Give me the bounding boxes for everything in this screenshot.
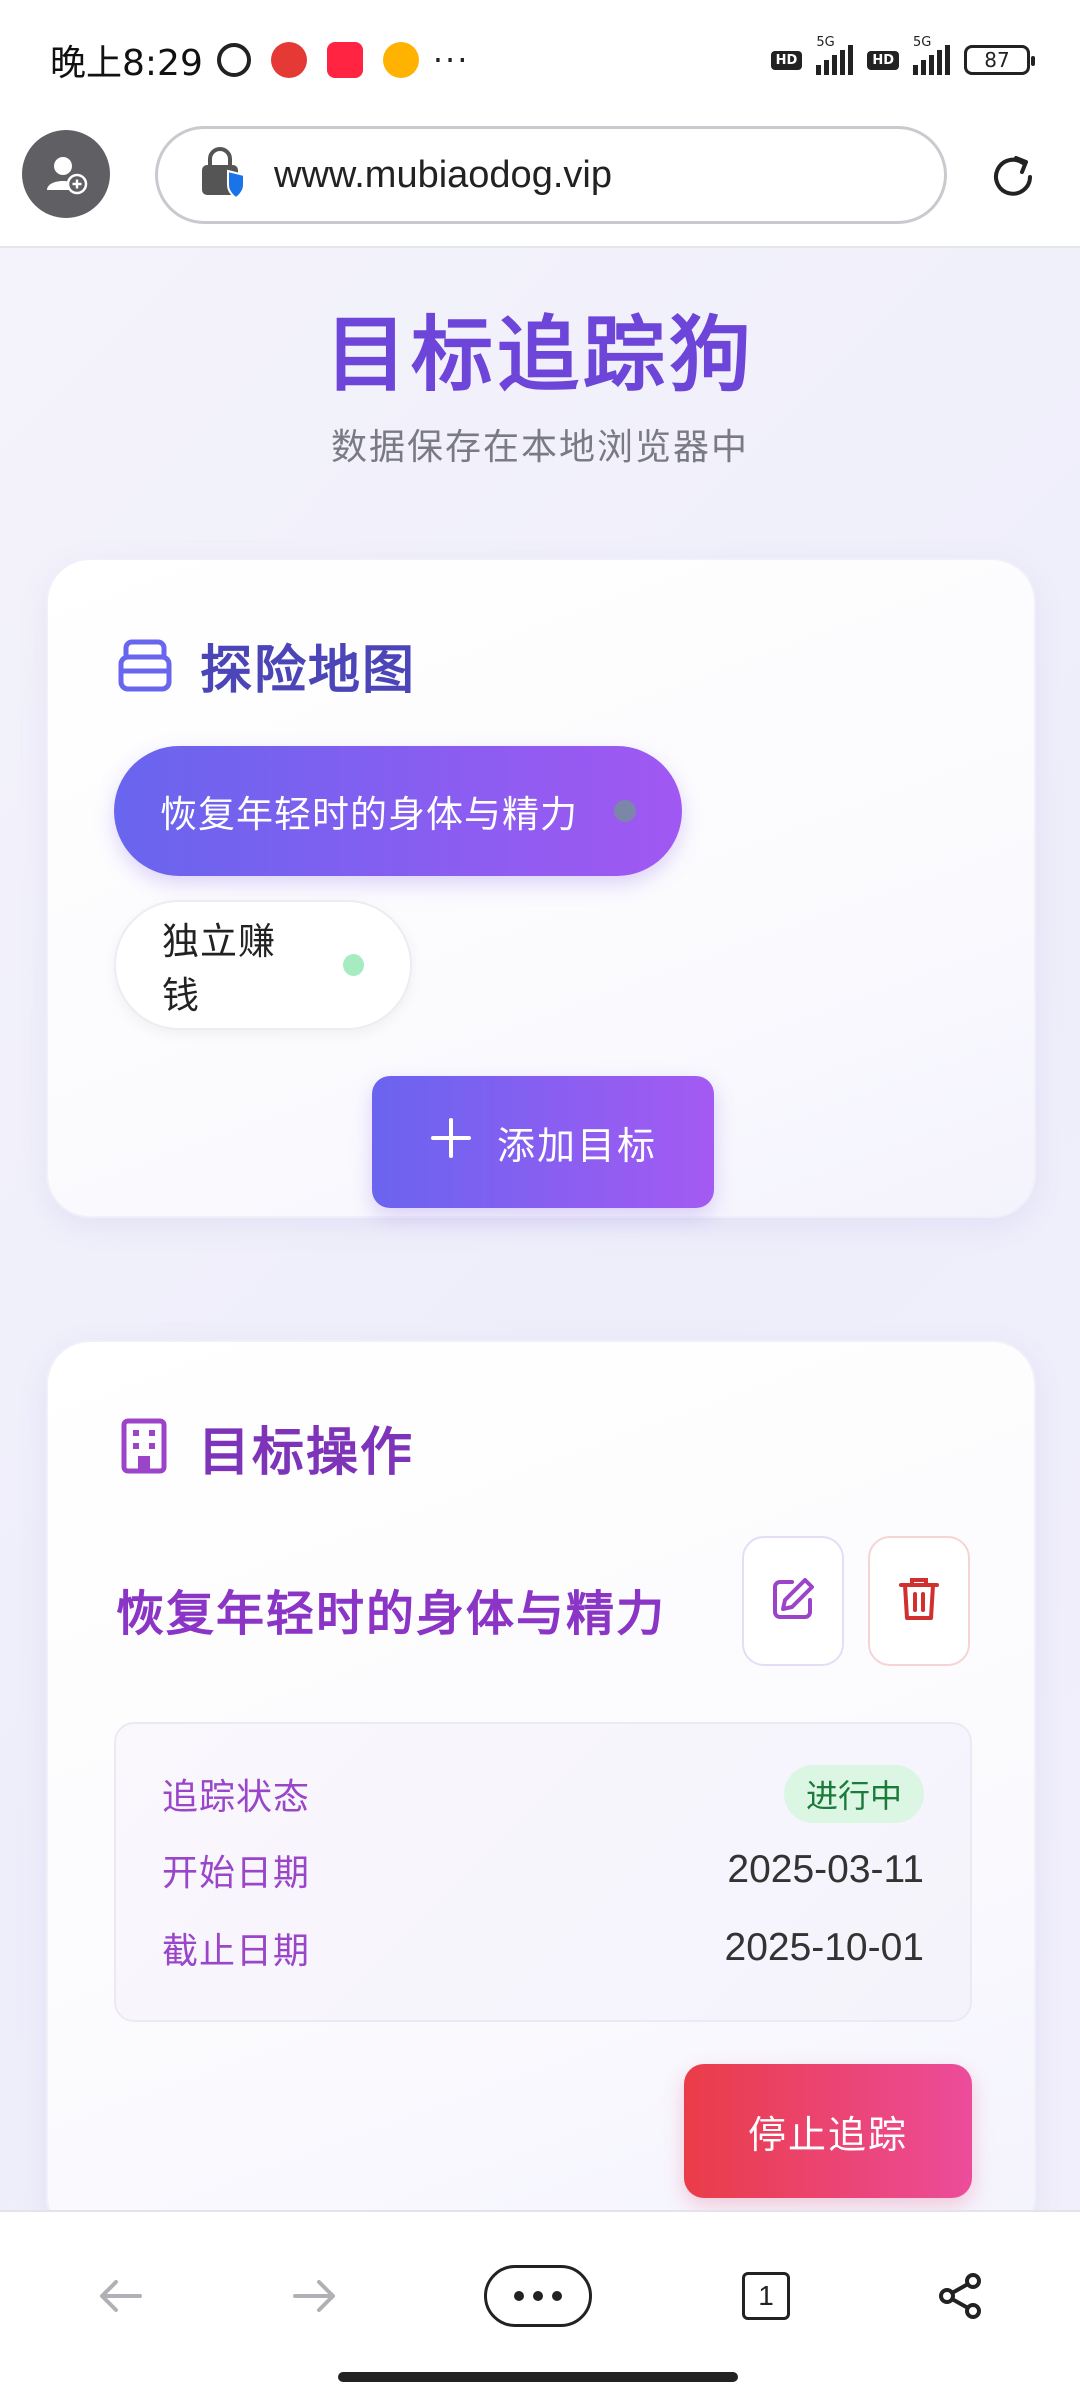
status-dot — [343, 954, 364, 976]
archive-icon — [116, 635, 174, 697]
forward-arrow-icon[interactable] — [275, 2246, 355, 2346]
delete-button[interactable] — [868, 1536, 970, 1666]
start-date-value: 2025-03-11 — [727, 1848, 924, 1891]
status-time: 晚上8:29 — [50, 43, 203, 84]
battery-icon: 87 — [964, 45, 1035, 75]
card-title: 探险地图 — [200, 641, 417, 701]
hd-badge: HD — [770, 50, 803, 70]
end-date-row: 截止日期 2025-10-01 — [162, 1918, 924, 1978]
app-icon — [326, 42, 363, 78]
weibo-icon — [382, 42, 419, 78]
status-right: HD 5G HD 5G 87 — [770, 35, 1035, 75]
goal-chip-label: 独立赚钱 — [162, 920, 276, 1017]
goal-chip[interactable]: 独立赚钱 — [114, 900, 412, 1030]
card-header: 探险地图 — [116, 628, 416, 703]
lock-shield-icon — [198, 145, 250, 205]
goal-chip-label: 恢复年轻时的身体与精力 — [160, 793, 578, 836]
status-label: 追踪状态 — [162, 1777, 311, 1818]
home-indicator[interactable] — [338, 2372, 738, 2382]
back-arrow-icon[interactable] — [80, 2246, 160, 2346]
tabs-icon[interactable]: 1 — [726, 2246, 806, 2346]
battery-level: 87 — [984, 48, 1010, 72]
selected-goal-title: 恢复年轻时的身体与精力 — [116, 1586, 667, 1642]
signal-icon: 5G — [816, 35, 854, 75]
edit-button[interactable] — [742, 1536, 844, 1666]
start-date-row: 开始日期 2025-03-11 — [162, 1840, 924, 1900]
page-title: 目标追踪狗 — [324, 308, 755, 403]
end-date-value: 2025-10-01 — [724, 1926, 925, 1969]
hd-badge: HD — [867, 50, 899, 70]
goal-chip-active[interactable]: 恢复年轻时的身体与精力 — [114, 746, 682, 876]
status-dot — [614, 800, 636, 822]
stop-tracking-button[interactable]: 停止追踪 — [684, 2064, 972, 2198]
building-icon — [116, 1416, 172, 1480]
user-avatar-icon[interactable] — [22, 130, 110, 218]
browser-bottom-nav: 1 — [0, 2210, 1080, 2400]
app-icon — [270, 42, 307, 78]
notification-icons — [216, 42, 419, 78]
tab-count: 1 — [742, 2272, 790, 2320]
plus-icon — [429, 1114, 473, 1170]
browser-toolbar: www.mubiaodog.vip — [0, 120, 1080, 248]
signal-icon: 5G — [913, 35, 950, 75]
add-goal-label: 添加目标 — [496, 1123, 657, 1168]
trash-icon — [897, 1575, 941, 1627]
card-header: 目标操作 — [116, 1410, 414, 1485]
status-more: ··· — [432, 41, 470, 79]
card-title: 目标操作 — [198, 1423, 415, 1483]
menu-dots-icon[interactable] — [482, 2246, 594, 2346]
goal-info-panel: 追踪状态 进行中 开始日期 2025-03-11 截止日期 2025-10-01 — [114, 1722, 972, 2022]
status-bar: 晚上8:29 ··· HD 5G HD 5G 87 — [0, 0, 1080, 120]
alarm-icon — [216, 43, 251, 77]
page-subtitle: 数据保存在本地浏览器中 — [330, 427, 749, 468]
end-date-label: 截止日期 — [162, 1931, 311, 1972]
url-text: www.mubiaodog.vip — [274, 153, 612, 196]
edit-icon — [770, 1576, 816, 1626]
status-badge: 进行中 — [783, 1765, 924, 1823]
status-row: 追踪状态 进行中 — [162, 1764, 924, 1824]
exploration-map-card: 探险地图 恢复年轻时的身体与精力 独立赚钱 添加目标 — [46, 558, 1036, 1218]
start-date-label: 开始日期 — [162, 1853, 311, 1894]
address-bar[interactable]: www.mubiaodog.vip — [155, 126, 947, 224]
share-icon[interactable] — [920, 2246, 1000, 2346]
goal-operations-card: 目标操作 恢复年轻时的身体与精力 追踪状态 进行中 开始日期 2025-03-1… — [46, 1340, 1036, 2210]
reload-icon[interactable] — [986, 150, 1040, 204]
page-content: 目标追踪狗 数据保存在本地浏览器中 探险地图 恢复年轻时的身体与精力 独立赚钱 — [0, 248, 1080, 2210]
add-goal-button[interactable]: 添加目标 — [372, 1076, 714, 1208]
